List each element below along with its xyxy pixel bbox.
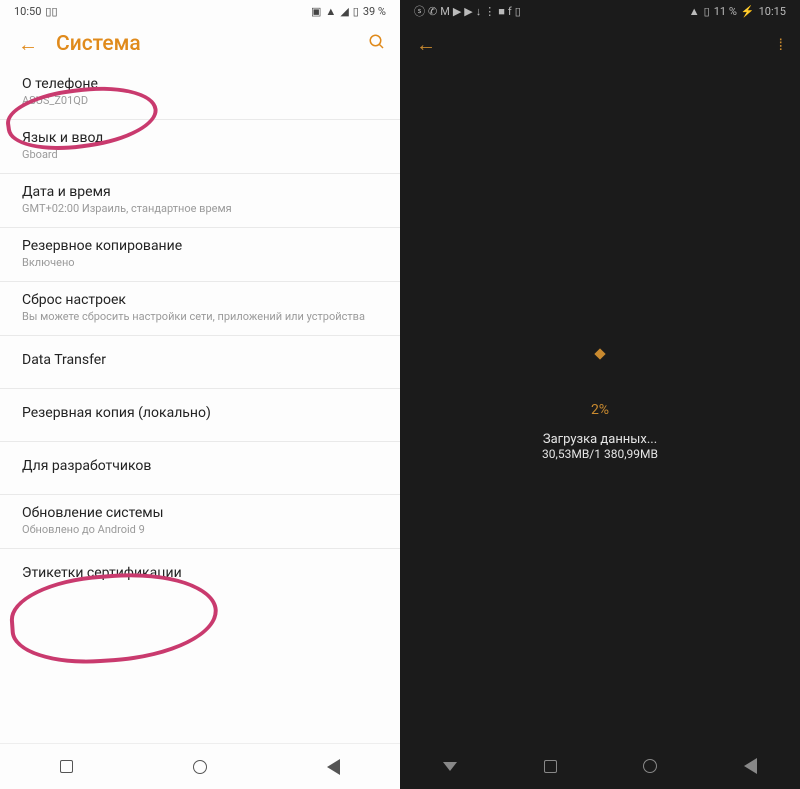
status-battery-pct: 11 % — [714, 5, 737, 18]
nav-hide-icon[interactable] — [443, 762, 457, 771]
status-icon: ▶ — [453, 5, 461, 18]
app-header: ← Система — [0, 22, 400, 66]
search-icon[interactable] — [368, 33, 386, 56]
status-bar: ⓢ ✆ M ▶ ▶ ↓ ⋮ ■ f ▯ ▲ ▯ 11 % ⚡ 10:15 — [400, 0, 800, 22]
item-label: Язык и ввод — [22, 130, 378, 146]
item-cert-labels[interactable]: Этикетки сертификации — [0, 549, 400, 601]
status-time: 10:50 — [14, 5, 41, 18]
item-local-backup[interactable]: Резервная копия (локально) — [0, 389, 400, 442]
status-icon-battery: ▯ — [353, 5, 359, 18]
status-icon: ⋮ — [484, 5, 495, 18]
status-icon: M — [440, 5, 450, 18]
download-percent: 2% — [591, 402, 609, 418]
item-sub: Обновлено до Android 9 — [22, 523, 378, 536]
item-sub: Включено — [22, 256, 378, 269]
status-bar: 10:50 ▯▯ ▣ ▲ ◢ ▯ 39 % — [0, 0, 400, 22]
back-arrow-icon[interactable]: ← — [18, 34, 38, 54]
item-about-phone[interactable]: О телефоне ASUS_Z01QD — [0, 66, 400, 120]
download-progress-area: 2% Загрузка данных... 30,53MB/1 380,99MB — [400, 67, 800, 743]
download-header: ← ⁞ — [400, 22, 800, 67]
item-label: Дата и время — [22, 184, 378, 200]
item-sub: ASUS_Z01QD — [22, 94, 378, 107]
item-system-update[interactable]: Обновление системы Обновлено до Android … — [0, 495, 400, 549]
status-icon-sim: ▯▯ — [45, 5, 57, 18]
phone-left-settings: 10:50 ▯▯ ▣ ▲ ◢ ▯ 39 % ← Система О телефо… — [0, 0, 400, 789]
status-battery-pct: 39 % — [363, 5, 386, 18]
status-icon: ■ — [498, 5, 505, 18]
item-label: Для разработчиков — [22, 458, 378, 474]
nav-recents-icon[interactable] — [60, 760, 73, 773]
item-label: Сброс настроек — [22, 292, 378, 308]
loading-spinner-icon — [594, 348, 605, 359]
nav-home-icon[interactable] — [193, 760, 207, 774]
status-icon-wifi: ▲ — [689, 5, 700, 18]
status-icon: ▯ — [515, 5, 521, 18]
item-reset[interactable]: Сброс настроек Вы можете сбросить настро… — [0, 282, 400, 336]
menu-dots-icon[interactable]: ⁞ — [779, 35, 784, 55]
page-title: Система — [56, 32, 350, 56]
item-date-time[interactable]: Дата и время GMT+02:00 Израиль, стандарт… — [0, 174, 400, 228]
status-icon-battery: ▯ — [704, 5, 710, 18]
status-icon: ✆ — [428, 5, 437, 18]
status-app-icons: ⓢ ✆ M ▶ ▶ ↓ ⋮ ■ f ▯ — [414, 3, 521, 19]
status-time: 10:15 — [759, 5, 786, 18]
item-sub: Gboard — [22, 148, 378, 161]
status-icon: ⓢ — [414, 3, 425, 19]
item-language-input[interactable]: Язык и ввод Gboard — [0, 120, 400, 174]
status-icon: ▶ — [464, 5, 472, 18]
android-navbar — [400, 743, 800, 789]
download-size-text: 30,53MB/1 380,99MB — [542, 447, 658, 461]
nav-back-icon[interactable] — [327, 759, 340, 775]
item-label: Data Transfer — [22, 352, 378, 368]
item-data-transfer[interactable]: Data Transfer — [0, 336, 400, 389]
item-label: Резервное копирование — [22, 238, 378, 254]
item-label: Резервная копия (локально) — [22, 405, 378, 421]
item-label: О телефоне — [22, 76, 378, 92]
nav-recents-icon[interactable] — [544, 760, 557, 773]
item-label: Этикетки сертификации — [22, 565, 378, 581]
status-icon-charging: ⚡ — [741, 5, 755, 18]
nav-back-icon[interactable] — [744, 758, 757, 774]
item-label: Обновление системы — [22, 505, 378, 521]
status-icon: ↓ — [476, 5, 482, 18]
nav-home-icon[interactable] — [643, 759, 657, 773]
item-sub: GMT+02:00 Израиль, стандартное время — [22, 202, 378, 215]
back-arrow-icon[interactable]: ← — [416, 32, 436, 57]
settings-list: О телефоне ASUS_Z01QD Язык и ввод Gboard… — [0, 66, 400, 743]
item-developer[interactable]: Для разработчиков — [0, 442, 400, 495]
status-icon-nfc: ▣ — [311, 5, 321, 18]
android-navbar — [0, 743, 400, 789]
status-icon-signal: ◢ — [340, 5, 348, 18]
phone-right-download: ⓢ ✆ M ▶ ▶ ↓ ⋮ ■ f ▯ ▲ ▯ 11 % ⚡ 10:15 ← ⁞… — [400, 0, 800, 789]
item-backup[interactable]: Резервное копирование Включено — [0, 228, 400, 282]
download-status-text: Загрузка данных... — [542, 432, 658, 447]
status-icon-wifi: ▲ — [325, 5, 336, 18]
item-sub: Вы можете сбросить настройки сети, прило… — [22, 310, 378, 323]
status-icon: f — [508, 5, 512, 18]
